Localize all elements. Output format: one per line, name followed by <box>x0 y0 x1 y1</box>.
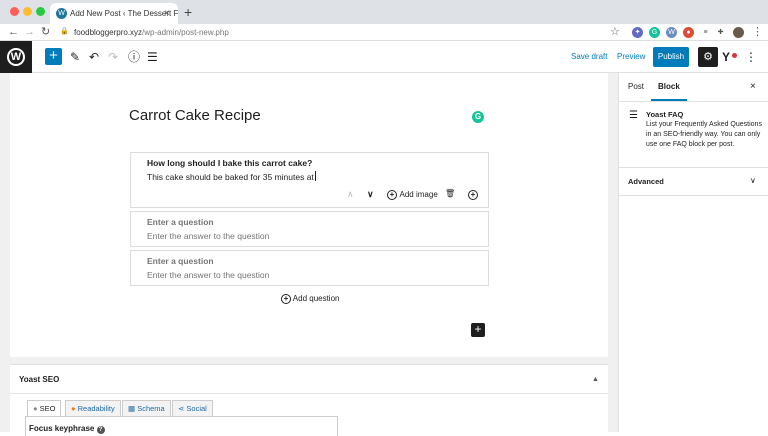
add-question-label: Add question <box>292 294 340 303</box>
url-path: /wp-admin/post-new.php <box>142 28 229 37</box>
chevron-down-icon[interactable]: ∨ <box>750 175 756 187</box>
seo-circle-icon: ● <box>33 404 38 413</box>
grammarly-icon[interactable]: G <box>472 111 484 123</box>
faq-question[interactable]: How long should I bake this carrot cake? <box>147 157 312 169</box>
block-description: List your Frequently Asked Questions in … <box>646 121 762 148</box>
wordpress-ext-icon[interactable]: W <box>666 27 677 38</box>
list-ext-icon[interactable]: ≡ <box>700 27 711 38</box>
save-draft-button[interactable]: Save draft <box>571 51 607 63</box>
help-icon[interactable]: ? <box>96 426 105 434</box>
publish-button[interactable]: Publish <box>653 47 689 67</box>
bookmark-star-icon[interactable]: ☆ <box>610 24 620 40</box>
faq-item[interactable]: Enter a question Enter the answer to the… <box>130 211 489 247</box>
close-sidebar-icon[interactable]: × <box>750 81 756 93</box>
block-name: Yoast FAQ <box>646 110 684 119</box>
tab-social[interactable]: ⋖ Social <box>172 400 213 417</box>
divider <box>619 101 768 102</box>
add-circle-icon: + <box>387 189 397 200</box>
browser-menu-icon[interactable]: ⋮ <box>752 24 763 40</box>
divider <box>619 195 768 196</box>
trash-icon[interactable]: 🗑 <box>445 188 455 200</box>
block-inserter-button[interactable]: + <box>471 323 485 337</box>
add-block-button[interactable]: + <box>45 48 62 65</box>
tab-readability-label: Readability <box>77 404 115 413</box>
collapse-caret-icon[interactable]: ▲ <box>592 374 599 386</box>
faq-answer[interactable]: This cake should be baked for 35 minutes… <box>147 171 316 183</box>
text-caret <box>314 171 316 181</box>
yoast-metabox-title[interactable]: Yoast SEO <box>19 374 59 386</box>
url-field[interactable]: foodbloggerpro.xyz/wp-admin/post-new.php <box>74 25 229 40</box>
faq-question-placeholder[interactable]: Enter a question <box>147 255 214 267</box>
puzzle-ext-icon[interactable]: ✚ <box>715 27 726 38</box>
address-bar-row: ← → ↻ 🔒 foodbloggerpro.xyz/wp-admin/post… <box>0 24 768 41</box>
more-options-icon[interactable]: ⋮ <box>745 49 757 65</box>
share-icon: ⋖ <box>178 404 185 413</box>
tab-seo-label: SEO <box>39 404 56 413</box>
minimize-window-icon[interactable] <box>23 7 32 16</box>
yoast-sidebar-button[interactable]: Y <box>722 49 737 65</box>
faq-item[interactable]: How long should I bake this carrot cake?… <box>130 152 489 208</box>
browser-tab-title: Add New Post ‹ The Dessert F <box>70 9 178 18</box>
faq-answer-placeholder[interactable]: Enter the answer to the question <box>147 269 269 281</box>
post-title[interactable]: Carrot Cake Recipe <box>129 105 261 127</box>
plus-circle-icon: + <box>468 189 478 200</box>
wordpress-favicon-icon: W <box>56 8 67 19</box>
divider <box>10 393 608 394</box>
add-image-button[interactable]: + Add image <box>387 188 438 201</box>
yoast-metabox: Yoast SEO ▲ ● SEO ● Readability ▦ Schema… <box>10 364 608 436</box>
seo-panel: Focus keyphrase ? <box>25 416 338 436</box>
grammarly-ext-icon[interactable]: G <box>649 27 660 38</box>
settings-sidebar: Post Block × ☰ Yoast FAQ List your Frequ… <box>618 73 768 432</box>
schema-grid-icon: ▦ <box>128 404 136 413</box>
wordpress-logo[interactable]: W <box>0 41 32 73</box>
tab-schema[interactable]: ▦ Schema <box>122 400 171 417</box>
editor-toolbar: W + ✎ ↶ ↷ ⓘ ☰ Save draft Preview Publish… <box>0 41 768 73</box>
tab-block[interactable]: Block <box>651 73 687 101</box>
faq-item[interactable]: Enter a question Enter the answer to the… <box>130 250 489 286</box>
red-ext-icon[interactable]: ● <box>683 27 694 38</box>
outline-list-icon[interactable]: ☰ <box>147 49 158 65</box>
tab-close-icon[interactable]: × <box>164 3 170 24</box>
tab-readability[interactable]: ● Readability <box>65 400 121 417</box>
close-window-icon[interactable] <box>10 7 19 16</box>
new-tab-icon[interactable]: + <box>184 2 192 23</box>
faq-question-placeholder[interactable]: Enter a question <box>147 216 214 228</box>
faq-answer-text: This cake should be baked for 35 minutes… <box>147 172 314 182</box>
add-image-label: Add image <box>399 190 438 199</box>
browser-tab-bar: W Add New Post ‹ The Dessert F × + <box>0 0 768 24</box>
readability-face-icon: ● <box>71 404 76 413</box>
settings-gear-icon[interactable]: ⚙ <box>698 47 718 67</box>
advanced-panel-toggle[interactable]: Advanced <box>628 176 664 187</box>
yoast-icon: Y <box>722 50 731 64</box>
back-icon[interactable]: ← <box>8 24 19 40</box>
move-down-icon[interactable]: ∨ <box>367 188 374 200</box>
gear-ext-icon[interactable]: ✦ <box>632 27 643 38</box>
undo-icon[interactable]: ↶ <box>89 49 99 65</box>
tab-post[interactable]: Post <box>628 73 644 101</box>
reload-icon[interactable]: ↻ <box>41 24 50 40</box>
yoast-status-dot <box>732 53 737 58</box>
details-info-icon[interactable]: ⓘ <box>128 49 140 65</box>
tab-seo[interactable]: ● SEO <box>27 400 62 417</box>
maximize-window-icon[interactable] <box>36 7 45 16</box>
redo-icon[interactable]: ↷ <box>108 49 118 65</box>
tab-social-label: Social <box>186 404 207 413</box>
url-domain: foodbloggerpro.xyz <box>74 28 143 37</box>
add-question-button[interactable]: + Add question <box>281 293 339 305</box>
add-circle-icon: + <box>281 293 291 304</box>
insert-question-icon[interactable]: + <box>468 188 478 200</box>
profile-avatar-icon[interactable]: ● <box>733 27 744 38</box>
faq-block-icon: ☰ <box>629 110 638 121</box>
faq-answer-placeholder[interactable]: Enter the answer to the question <box>147 230 269 242</box>
tab-schema-label: Schema <box>137 404 165 413</box>
preview-button[interactable]: Preview <box>617 51 645 63</box>
tools-pencil-icon[interactable]: ✎ <box>70 49 80 65</box>
browser-tab[interactable]: W Add New Post ‹ The Dessert F <box>50 3 178 24</box>
focus-keyphrase-label: Focus keyphrase ? <box>29 424 105 434</box>
forward-icon[interactable]: → <box>24 24 35 40</box>
wordpress-w-icon: W <box>7 48 25 66</box>
lock-icon: 🔒 <box>60 28 69 35</box>
divider <box>619 167 768 168</box>
move-up-icon[interactable]: ∧ <box>347 188 354 200</box>
